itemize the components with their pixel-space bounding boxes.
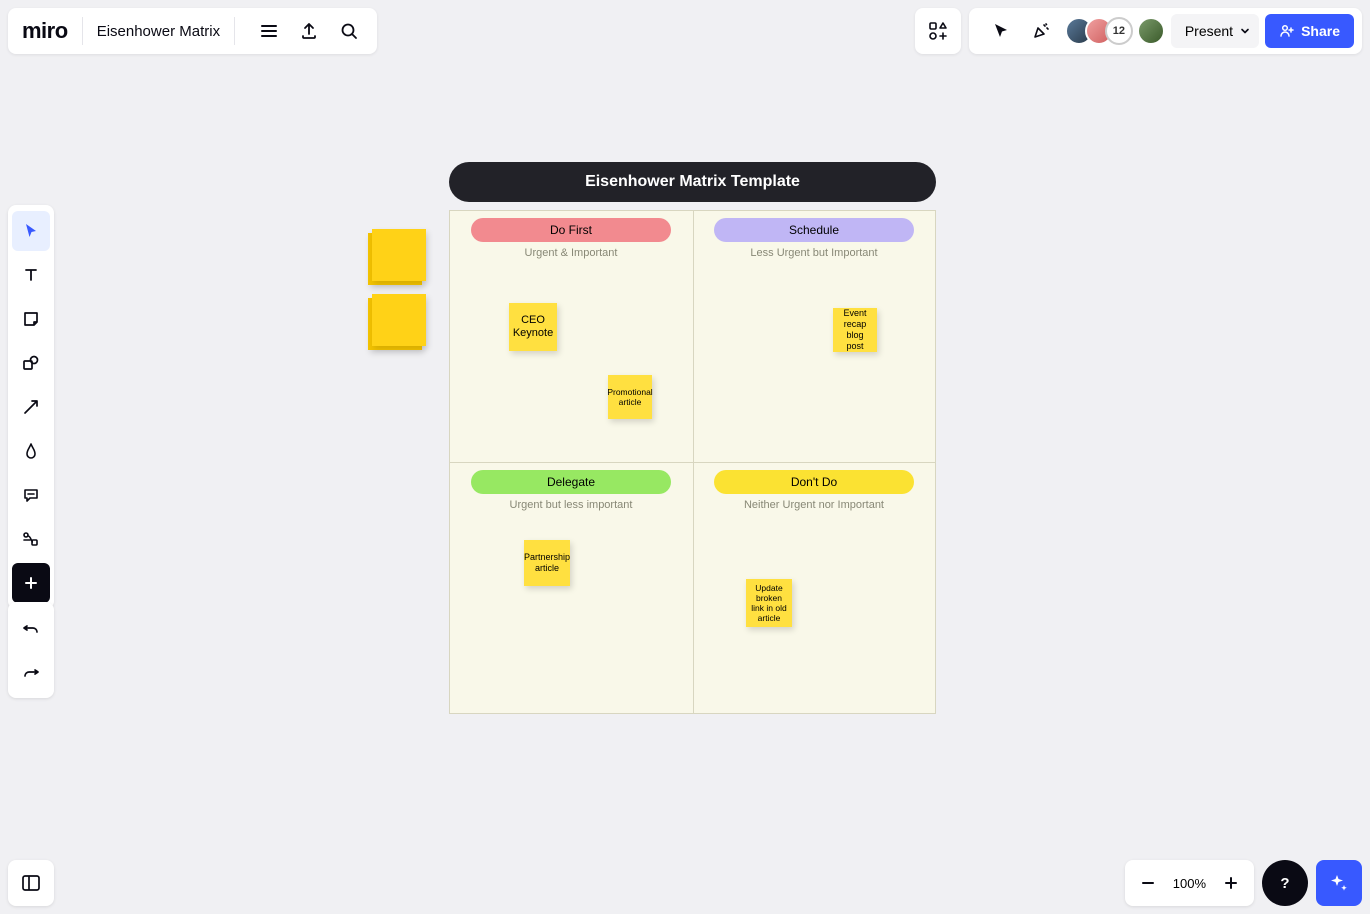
sidebar-toggle-icon bbox=[20, 872, 42, 894]
sticky-broken-link[interactable]: Update broken link in old article bbox=[746, 579, 792, 627]
sticky-ceo-keynote[interactable]: CEO Keynote bbox=[509, 303, 557, 351]
quad-subtitle: Less Urgent but Important bbox=[714, 247, 914, 259]
sticky-blank-stack[interactable] bbox=[368, 233, 422, 285]
ai-assist-button[interactable] bbox=[1316, 860, 1362, 906]
bottom-right-cluster: 100% ? bbox=[1125, 860, 1362, 906]
sticky-event-recap[interactable]: Event recap blog post bbox=[833, 308, 877, 352]
help-button[interactable]: ? bbox=[1262, 860, 1308, 906]
quad-label[interactable]: Don't Do bbox=[714, 470, 914, 494]
sticky-promotional-article[interactable]: Promotional article bbox=[608, 375, 652, 419]
sticky-partnership-article[interactable]: Partnership article bbox=[524, 540, 570, 586]
quad-label[interactable]: Do First bbox=[471, 218, 671, 242]
matrix-frame[interactable]: Do First Urgent & Important Schedule Les… bbox=[449, 210, 936, 714]
matrix-divider-h bbox=[450, 462, 935, 463]
zoom-controls: 100% bbox=[1125, 860, 1254, 906]
zoom-out-button[interactable] bbox=[1129, 864, 1167, 902]
minus-icon bbox=[1140, 875, 1156, 891]
quad-subtitle: Urgent but less important bbox=[471, 499, 671, 511]
quad-subtitle: Urgent & Important bbox=[471, 247, 671, 259]
plus-icon bbox=[1223, 875, 1239, 891]
frames-panel-button[interactable] bbox=[8, 860, 54, 906]
sparkle-icon bbox=[1328, 872, 1350, 894]
zoom-in-button[interactable] bbox=[1212, 864, 1250, 902]
canvas[interactable]: Eisenhower Matrix Template Do First Urge… bbox=[0, 0, 1370, 914]
zoom-level[interactable]: 100% bbox=[1167, 876, 1212, 891]
sticky-blank-stack[interactable] bbox=[368, 298, 422, 350]
quad-label[interactable]: Schedule bbox=[714, 218, 914, 242]
matrix-title[interactable]: Eisenhower Matrix Template bbox=[449, 162, 936, 202]
quad-subtitle: Neither Urgent nor Important bbox=[714, 499, 914, 511]
quad-label[interactable]: Delegate bbox=[471, 470, 671, 494]
